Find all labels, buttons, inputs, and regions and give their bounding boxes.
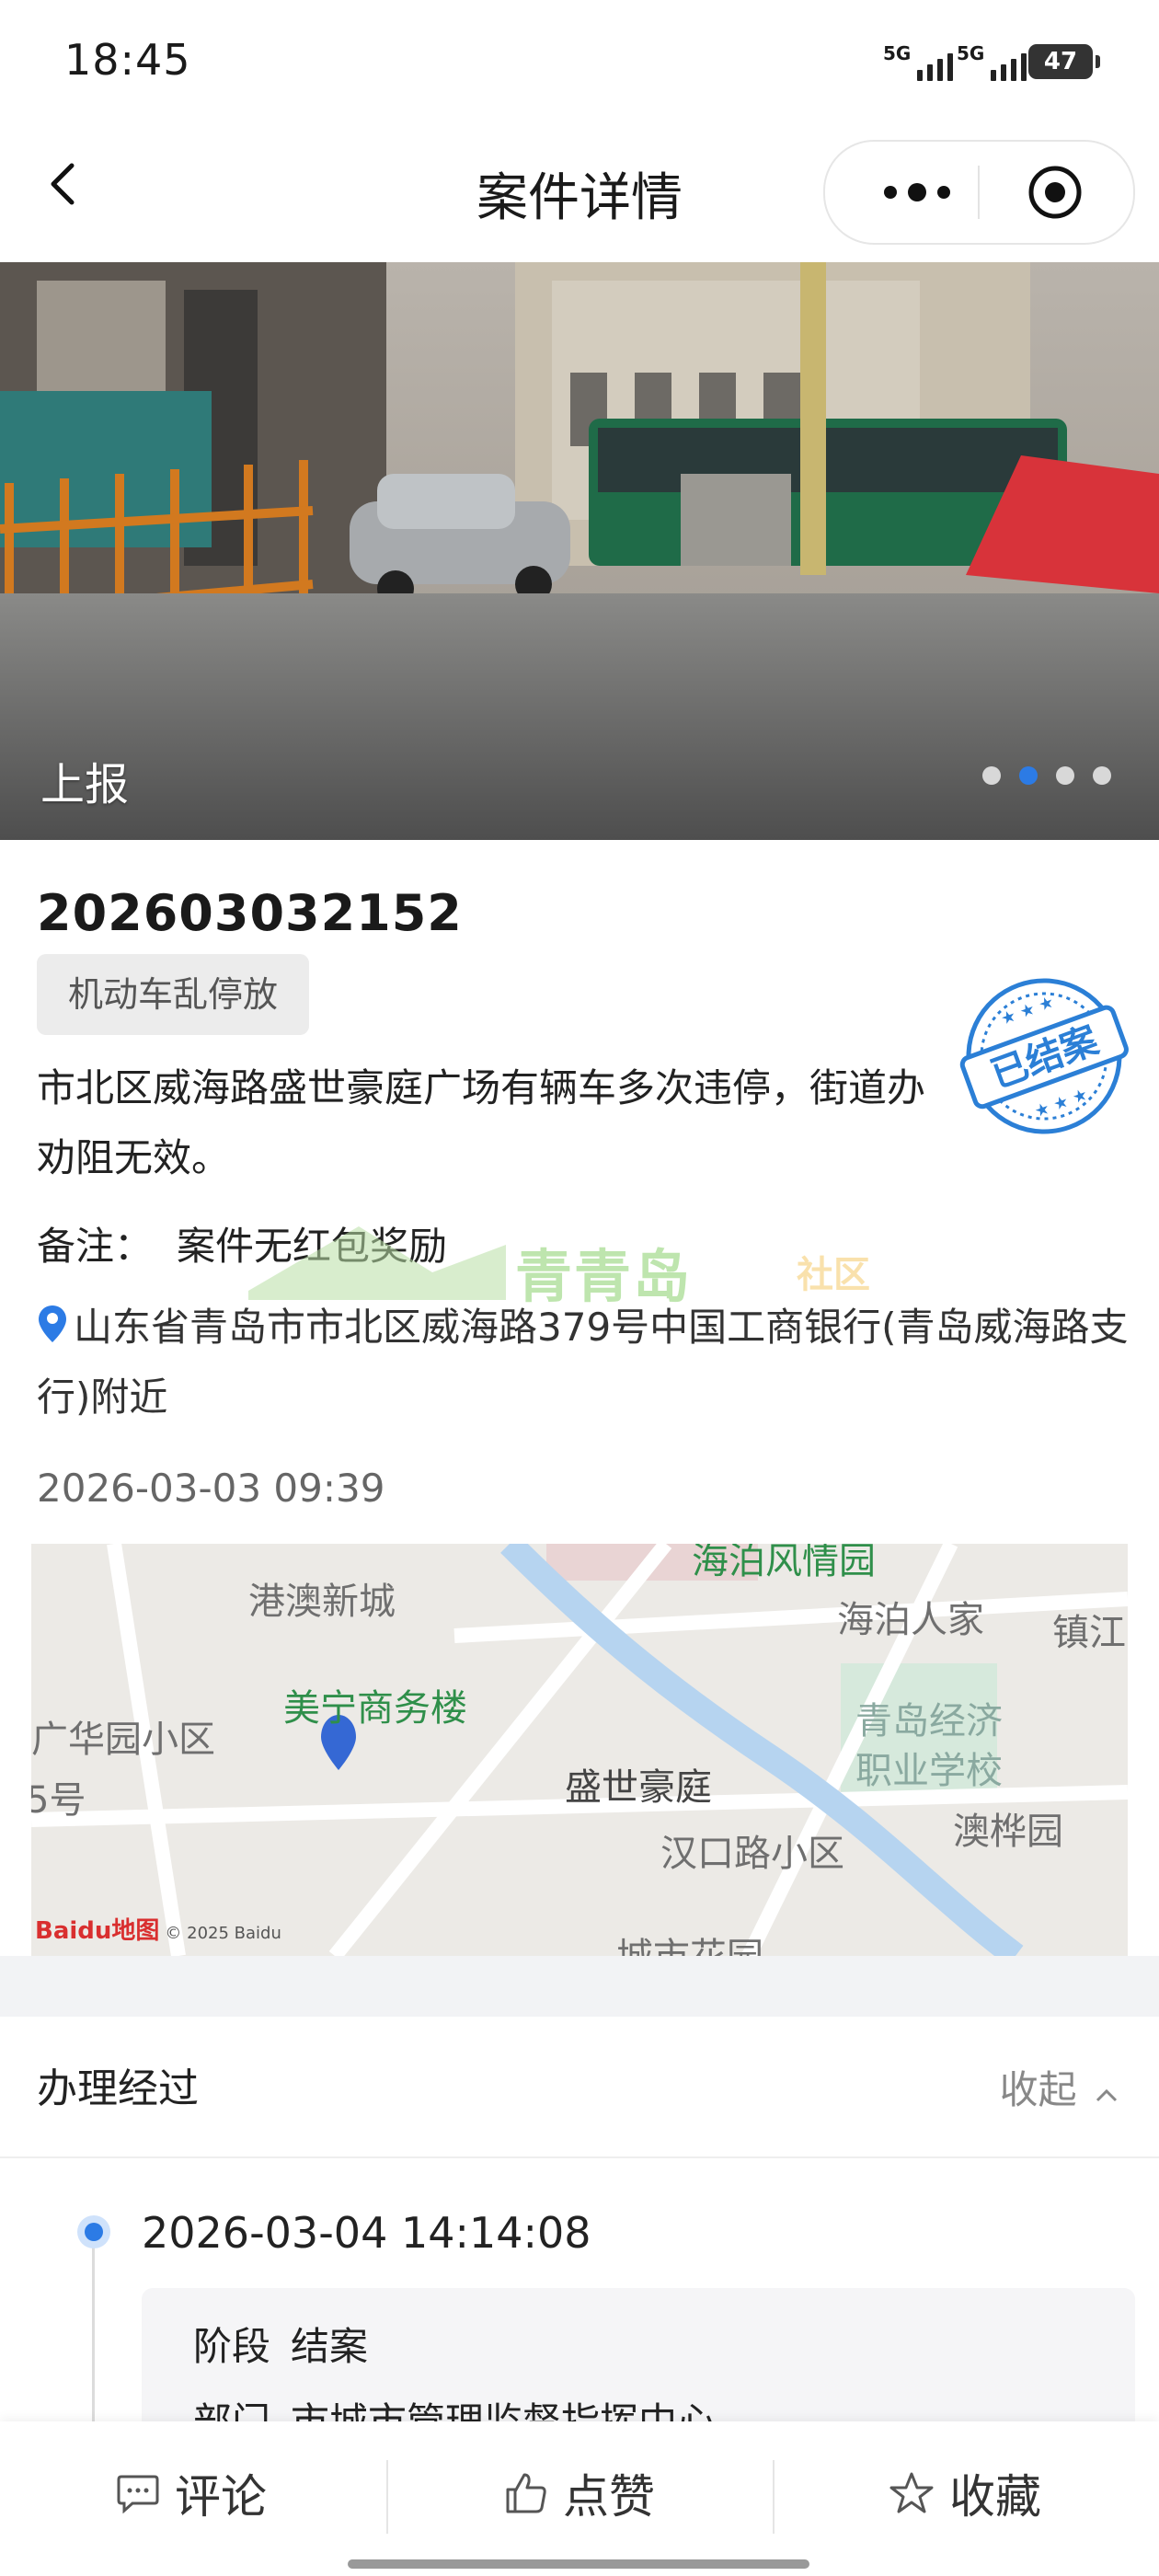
- comment-button[interactable]: 评论: [116, 2466, 267, 2524]
- timeline-dot-icon: [77, 2215, 110, 2248]
- case-address: 山东省青岛市市北区威海路379号中国工商银行(青岛威海路支行)附近: [37, 1293, 1131, 1432]
- carousel-dot[interactable]: [982, 766, 1001, 785]
- case-detail-card: 202603032152 机动车乱停放 已结案 ★ ★ ★ ★ ★ ★ 市北区威…: [0, 840, 1159, 1544]
- signal-icon-2: 5G: [957, 42, 1027, 81]
- map-label: 海泊人家: [837, 1599, 984, 1641]
- miniprogram-capsule: [823, 140, 1135, 245]
- close-target-icon[interactable]: [1027, 165, 1083, 220]
- map-label: 海泊风情园: [692, 1544, 876, 1582]
- map-label-target: 盛世豪庭: [565, 1766, 712, 1809]
- carousel-dot[interactable]: [1093, 766, 1111, 785]
- closed-stamp: 已结案 ★ ★ ★ ★ ★ ★: [959, 978, 1129, 1134]
- bottom-action-bar: 评论 点赞 收藏: [0, 2421, 1159, 2576]
- status-bar: 18:45 5G 5G 47: [0, 0, 1159, 129]
- map-label: 青岛经济: [855, 1700, 1003, 1742]
- comment-icon: [117, 2475, 159, 2513]
- collapse-toggle[interactable]: 收起: [1000, 2059, 1119, 2115]
- case-time: 2026-03-03 09:39: [37, 1466, 385, 1511]
- svg-text:★ ★ ★: ★ ★ ★: [998, 993, 1056, 1029]
- carousel-dot-active[interactable]: [1019, 766, 1038, 785]
- capsule-divider: [978, 166, 980, 219]
- map-label: 5号: [31, 1779, 86, 1822]
- star-icon: [889, 2472, 934, 2513]
- home-indicator: [348, 2559, 809, 2569]
- map-label: 汉口路小区: [660, 1833, 844, 1875]
- battery-icon: 47: [1028, 44, 1100, 79]
- stage-row: 阶段 结案: [193, 2324, 369, 2369]
- timeline-line: [92, 2237, 95, 2440]
- map-label: 城市花园: [616, 1926, 763, 1956]
- category-tag: 机动车乱停放: [37, 954, 310, 1035]
- location-pin-icon: [39, 1305, 66, 1342]
- address-text: 山东省青岛市市北区威海路379号中国工商银行(青岛威海路支行)附近: [37, 1305, 1129, 1420]
- thumbs-up-icon: [506, 2473, 546, 2513]
- map-label: 镇江: [1052, 1612, 1126, 1654]
- baidu-logo: Baidu地图 © 2025 Baidu: [35, 1917, 281, 1945]
- status-time: 18:45: [64, 35, 191, 85]
- favorite-button[interactable]: 收藏: [889, 2466, 1041, 2524]
- map-section: 港澳新城 海泊风情园 海泊人家 镇江 美宁商务楼 广华园小区 青岛经济 职业学校…: [0, 1544, 1159, 1956]
- divider: [386, 2460, 388, 2534]
- report-photo: [0, 262, 1159, 840]
- map-label: 港澳新城: [248, 1581, 396, 1623]
- case-number: 202603032152: [37, 884, 463, 942]
- map-view[interactable]: 港澳新城 海泊风情园 海泊人家 镇江 美宁商务楼 广华园小区 青岛经济 职业学校…: [31, 1544, 1128, 1956]
- nav-bar: 案件详情: [0, 129, 1159, 262]
- more-icon[interactable]: [871, 177, 963, 208]
- process-title: 办理经过: [37, 2065, 199, 2112]
- divider: [0, 2156, 1159, 2158]
- case-description: 市北区威海路盛世豪庭广场有辆车多次违停，街道办劝阻无效。: [37, 1065, 926, 1180]
- photo-carousel[interactable]: 上报: [0, 262, 1159, 840]
- process-section: 办理经过 收起 2026-03-04 14:14:08 阶段结案 部门市城市管理…: [0, 2017, 1159, 2472]
- map-label: 美宁商务楼: [283, 1687, 467, 1730]
- carousel-dot[interactable]: [1056, 766, 1074, 785]
- chevron-up-icon: [1096, 2088, 1118, 2102]
- signal-icon: 5G: [883, 42, 954, 81]
- map-label: 职业学校: [855, 1750, 1003, 1792]
- case-remark: 备注： 案件无红包奖励: [37, 1215, 447, 1271]
- map-label: 广华园小区: [31, 1719, 215, 1761]
- remark-label: 备注：: [37, 1224, 154, 1269]
- timeline-time: 2026-03-04 14:14:08: [142, 2208, 591, 2258]
- divider: [773, 2460, 775, 2534]
- map-label: 澳桦园: [953, 1811, 1063, 1853]
- like-button[interactable]: 点赞: [504, 2466, 655, 2524]
- carousel-dots[interactable]: [982, 766, 1111, 785]
- photo-caption: 上报: [40, 759, 130, 811]
- remark-value: 案件无红包奖励: [177, 1224, 448, 1269]
